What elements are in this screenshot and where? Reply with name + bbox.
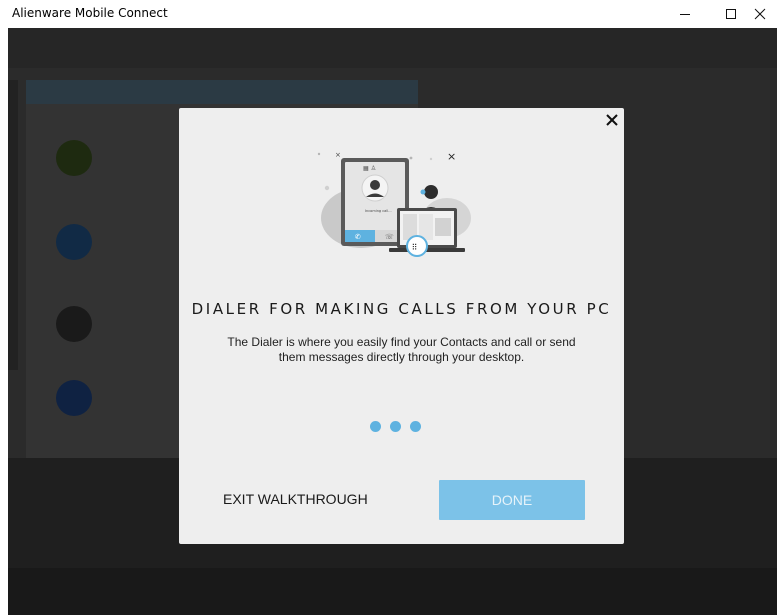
window-title: Alienware Mobile Connect (12, 6, 168, 20)
background-nav-strip (8, 80, 18, 370)
svg-text:▦ ♙: ▦ ♙ (363, 165, 376, 172)
svg-text:⠿: ⠿ (412, 243, 418, 252)
maximize-icon (726, 9, 736, 19)
window-close-button[interactable] (754, 0, 777, 28)
pagination-dot[interactable] (370, 421, 381, 432)
minimize-button[interactable] (662, 0, 708, 28)
close-icon (606, 114, 618, 126)
close-icon (754, 8, 766, 20)
dialer-illustration: × × ▦ ♙ Incoming call... ✆ ☏ ⠿ (317, 150, 471, 257)
done-button[interactable]: DONE (439, 480, 585, 520)
window-titlebar: Alienware Mobile Connect (0, 0, 777, 28)
background-search-bar (26, 80, 418, 104)
walkthrough-pagination (370, 421, 430, 433)
background-avatar (56, 140, 92, 176)
svg-text:✆: ✆ (355, 233, 361, 241)
maximize-button[interactable] (708, 0, 754, 28)
walkthrough-dialog: × × ▦ ♙ Incoming call... ✆ ☏ ⠿ DIALER FO… (179, 108, 624, 544)
incoming-call-caption: Incoming call... (365, 209, 392, 213)
walkthrough-heading: DIALER FOR MAKING CALLS FROM YOUR PC (191, 300, 612, 318)
exit-walkthrough-button[interactable]: EXIT WALKTHROUGH (223, 491, 368, 507)
background-avatar (56, 224, 92, 260)
walkthrough-description: The Dialer is where you easily find your… (227, 335, 576, 364)
background-footer (8, 568, 777, 615)
background-header (8, 28, 777, 68)
background-avatar (56, 380, 92, 416)
pagination-dot[interactable] (410, 421, 421, 432)
minimize-icon (680, 14, 690, 15)
dialog-close-button[interactable] (604, 112, 620, 128)
svg-text:×: × (447, 150, 456, 163)
pagination-dot[interactable] (390, 421, 401, 432)
svg-text:☏: ☏ (385, 233, 394, 241)
svg-text:×: × (335, 151, 341, 159)
background-avatar (56, 306, 92, 342)
